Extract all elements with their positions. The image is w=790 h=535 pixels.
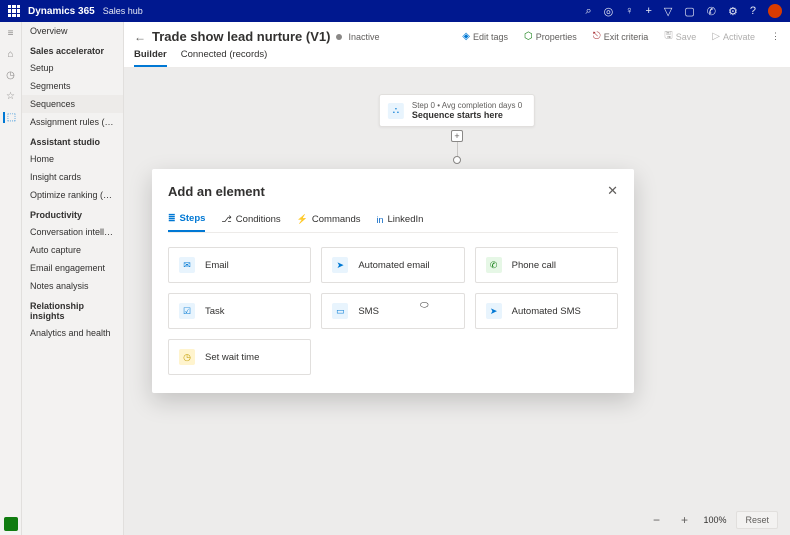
canvas-footer: − + 100% Reset — [647, 511, 778, 529]
card-email[interactable]: ✉Email — [168, 247, 311, 283]
rail-menu-icon[interactable]: ≡ — [8, 28, 14, 39]
card-automated-sms[interactable]: ➤Automated SMS — [475, 293, 618, 329]
tab-builder[interactable]: Builder — [134, 49, 167, 67]
sidebar-item-notes-analysis[interactable]: Notes analysis — [22, 277, 123, 295]
activate-button[interactable]: ▷Activate — [712, 31, 755, 42]
start-meta: Step 0 • Avg completion days 0 — [412, 101, 522, 110]
card-wait[interactable]: ◷Set wait time — [168, 339, 311, 375]
rail-pinned-icon[interactable]: ☆ — [6, 91, 15, 102]
dialog-tabs: ≣Steps ⎇Conditions ⚡Commands inLinkedIn — [168, 213, 618, 233]
save-button[interactable]: 🖫Save — [664, 28, 696, 45]
close-button[interactable]: ✕ — [607, 183, 618, 199]
area-switcher[interactable] — [4, 517, 18, 531]
rail-sequences-icon[interactable]: ⬚ — [3, 112, 16, 123]
top-nav-bar: Dynamics 365 Sales hub ⌕ ◎ ♀ + ▽ ▢ ✆ ⚙ ? — [0, 0, 790, 22]
sidebar-header-relationship: Relationship insights — [22, 295, 123, 324]
sidebar-header-accelerator: Sales accelerator — [22, 40, 123, 59]
sms-icon: ▭ — [332, 303, 348, 319]
sidebar-item-auto-capture[interactable]: Auto capture — [22, 241, 123, 259]
sidebar-item-segments[interactable]: Segments — [22, 77, 123, 95]
search-icon[interactable]: ⌕ — [585, 5, 591, 18]
page-title: Trade show lead nurture (V1) — [152, 29, 330, 44]
dialog-tab-conditions[interactable]: ⎇Conditions — [221, 213, 280, 232]
status-dot-icon — [336, 34, 342, 40]
card-sms[interactable]: ▭SMS — [321, 293, 464, 329]
people-icon: ⛬ — [388, 103, 404, 119]
sidebar-item-home[interactable]: Home — [22, 150, 123, 168]
sidebar-item-analytics-health[interactable]: Analytics and health — [22, 324, 123, 342]
sidebar-item-email-engagement[interactable]: Email engagement — [22, 259, 123, 277]
back-arrow-icon[interactable]: ← — [134, 30, 146, 44]
element-grid: ✉Email ➤Automated email ✆Phone call ☑Tas… — [168, 247, 618, 375]
rail-home-icon[interactable]: ⌂ — [7, 49, 13, 60]
steps-icon: ≣ — [168, 213, 176, 224]
sidebar-item-conversation-intel[interactable]: Conversation intelligence — [22, 223, 123, 241]
save-icon: 🖫 — [664, 28, 673, 45]
sidebar-item-sequences[interactable]: Sequences — [22, 95, 123, 113]
settings-icon[interactable]: ⚙ — [728, 5, 738, 18]
zoom-level: 100% — [703, 515, 726, 525]
app-launcher-icon[interactable] — [8, 5, 20, 17]
linkedin-icon: in — [376, 215, 383, 225]
sidebar-header-assistant: Assistant studio — [22, 131, 123, 150]
cursor-icon: ⬭ — [420, 300, 429, 311]
page-header: ← Trade show lead nurture (V1) Inactive … — [124, 22, 790, 45]
exit-criteria-button[interactable]: ⎋Exit criteria — [593, 31, 648, 42]
dialog-tab-linkedin[interactable]: inLinkedIn — [376, 213, 423, 232]
zoom-out-button[interactable]: − — [647, 511, 665, 529]
phone-icon[interactable]: ✆ — [707, 5, 716, 18]
dialog-tab-steps[interactable]: ≣Steps — [168, 213, 205, 232]
card-task[interactable]: ☑Task — [168, 293, 311, 329]
auto-sms-icon: ➤ — [486, 303, 502, 319]
reset-button[interactable]: Reset — [736, 511, 778, 529]
chat-icon[interactable]: ▢ — [684, 5, 694, 18]
help-icon[interactable]: ? — [750, 5, 756, 17]
card-phone[interactable]: ✆Phone call — [475, 247, 618, 283]
sidebar: Overview Sales accelerator Setup Segment… — [22, 22, 124, 535]
more-button[interactable]: ⋮ — [771, 31, 780, 42]
email-icon: ✉ — [179, 257, 195, 273]
clock-icon: ◷ — [179, 349, 195, 365]
tab-connected[interactable]: Connected (records) — [181, 49, 268, 67]
phone-icon: ✆ — [486, 257, 502, 273]
sidebar-item-insight-cards[interactable]: Insight cards — [22, 168, 123, 186]
lightbulb-icon[interactable]: ♀ — [625, 5, 633, 17]
user-avatar[interactable] — [768, 4, 782, 18]
auto-email-icon: ➤ — [332, 257, 348, 273]
activate-icon: ▷ — [712, 31, 720, 42]
dialog-tab-commands[interactable]: ⚡Commands — [297, 213, 361, 232]
assistant-icon[interactable]: ◎ — [604, 5, 614, 18]
end-node — [453, 156, 461, 164]
brand-name: Dynamics 365 — [28, 6, 95, 17]
card-automated-email[interactable]: ➤Automated email — [321, 247, 464, 283]
sidebar-header-productivity: Productivity — [22, 204, 123, 223]
edit-tags-button[interactable]: ◈Edit tags — [462, 31, 508, 42]
add-icon[interactable]: + — [645, 5, 651, 17]
sidebar-item-overview[interactable]: Overview — [22, 22, 123, 40]
conditions-icon: ⎇ — [221, 214, 231, 225]
properties-button[interactable]: ⬡Properties — [524, 31, 577, 42]
properties-icon: ⬡ — [524, 31, 533, 42]
start-node[interactable]: ⛬ Step 0 • Avg completion days 0 Sequenc… — [379, 94, 535, 127]
dialog-title: Add an element — [168, 184, 265, 199]
exit-icon: ⎋ — [593, 31, 601, 42]
commands-icon: ⚡ — [297, 214, 308, 225]
page-tabs: Builder Connected (records) — [124, 45, 790, 68]
app-subtitle: Sales hub — [103, 6, 143, 16]
zoom-in-button[interactable]: + — [675, 511, 693, 529]
sidebar-item-assignment-rules[interactable]: Assignment rules (preview) — [22, 113, 123, 131]
add-step-button[interactable]: + — [451, 130, 463, 142]
task-icon: ☑ — [179, 303, 195, 319]
add-element-dialog: Add an element ✕ ≣Steps ⎇Conditions ⚡Com… — [152, 169, 634, 393]
status-label: Inactive — [348, 32, 379, 42]
vertical-rail: ≡ ⌂ ◷ ☆ ⬚ — [0, 22, 22, 535]
start-label: Sequence starts here — [412, 110, 522, 120]
sidebar-item-setup[interactable]: Setup — [22, 59, 123, 77]
tag-icon: ◈ — [462, 31, 470, 42]
filter-icon[interactable]: ▽ — [664, 5, 672, 18]
rail-recent-icon[interactable]: ◷ — [6, 70, 15, 81]
sidebar-item-optimize-ranking[interactable]: Optimize ranking (preview) — [22, 186, 123, 204]
